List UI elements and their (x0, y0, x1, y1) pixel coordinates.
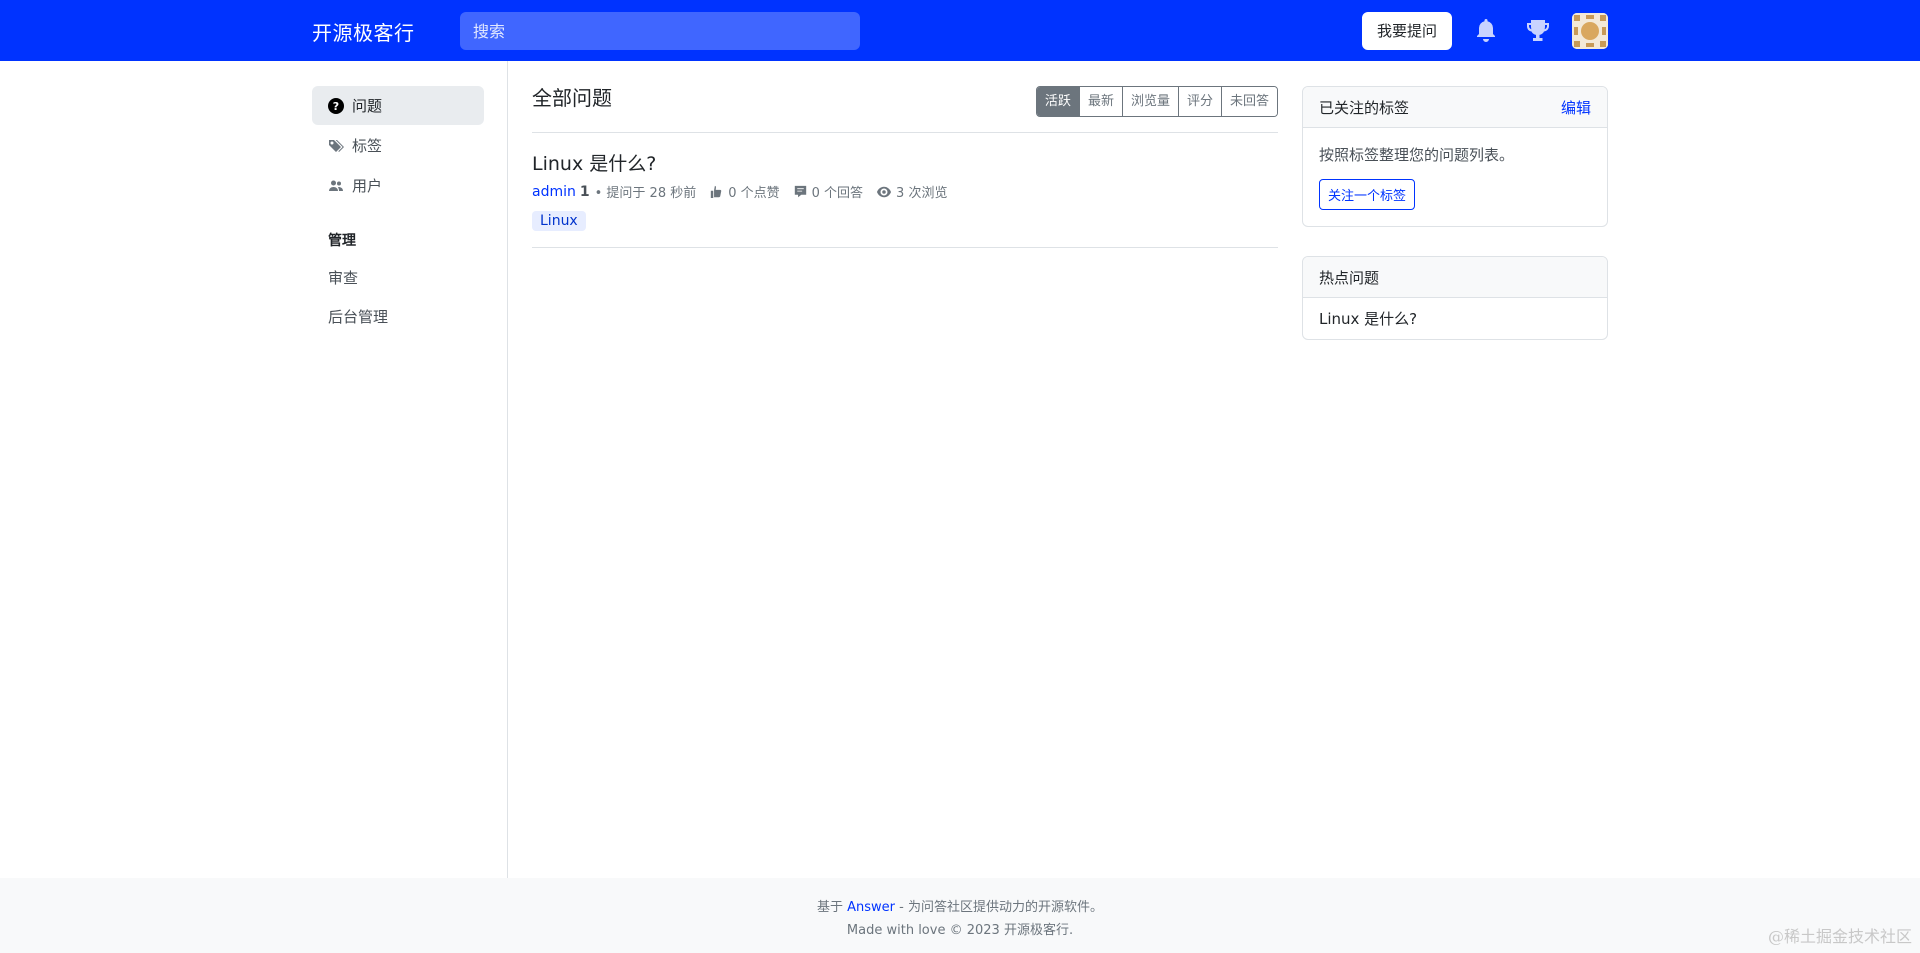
follow-tag-button[interactable]: 关注一个标签 (1319, 179, 1416, 210)
sort-tab-views[interactable]: 浏览量 (1121, 87, 1178, 116)
footer-line1: 基于 Answer - 为问答社区提供动力的开源软件。 (0, 896, 1920, 915)
brand-logo[interactable]: 开源极客行 (312, 17, 415, 46)
question-circle-icon: ? (328, 97, 344, 114)
footer: 基于 Answer - 为问答社区提供动力的开源软件。 Made with lo… (0, 878, 1920, 953)
sidebar-item-review[interactable]: 审查 (312, 259, 484, 298)
sidebar-item-label: 问题 (352, 97, 383, 115)
main-content: 全部问题 活跃 最新 浏览量 评分 未回答 Linux 是什么? admin 1… (532, 86, 1278, 248)
sidebar-divider (507, 61, 508, 878)
card-title: 已关注的标签 (1319, 98, 1410, 117)
user-avatar[interactable] (1572, 13, 1608, 49)
footer-suffix: - 为问答社区提供动力的开源软件。 (899, 900, 1103, 915)
votes-count: 0 个点赞 (710, 182, 780, 201)
question-time: • 提问于 28 秒前 (594, 186, 697, 201)
sort-tab-score[interactable]: 评分 (1177, 87, 1221, 116)
sort-tab-active[interactable]: 活跃 (1036, 87, 1079, 116)
views-count: 3 次浏览 (877, 182, 947, 201)
sidebar: ? 问题 标签 用户 管理 审查 后台管理 (312, 86, 484, 337)
question-title[interactable]: Linux 是什么? (532, 149, 1278, 176)
sidebar-item-label: 用户 (352, 177, 383, 195)
top-navbar: 开源极客行 我要提问 (0, 0, 1920, 61)
tags-icon (328, 138, 344, 154)
author-reputation: 1 (579, 183, 590, 200)
edit-link[interactable]: 编辑 (1561, 97, 1591, 118)
svg-text:?: ? (333, 100, 339, 113)
question-list-item: Linux 是什么? admin 1 • 提问于 28 秒前 0 个点赞 0 个… (532, 133, 1278, 248)
tag-badge[interactable]: Linux (532, 211, 586, 231)
card-title: 热点问题 (1319, 268, 1380, 287)
footer-line2: Made with love © 2023 开源极客行. (846, 923, 1074, 938)
votes-label: 0 个点赞 (728, 186, 780, 201)
people-icon (328, 178, 344, 194)
sidebar-item-admin[interactable]: 后台管理 (312, 298, 484, 337)
trophy-icon[interactable] (1522, 15, 1554, 47)
sort-tab-newest[interactable]: 最新 (1078, 87, 1122, 116)
hot-question-item[interactable]: Linux 是什么? (1303, 298, 1607, 339)
answers-count: 0 个回答 (794, 182, 863, 201)
ask-question-button[interactable]: 我要提问 (1362, 12, 1452, 50)
followed-tags-card: 已关注的标签 编辑 按照标签整理您的问题列表。 关注一个标签 (1302, 86, 1608, 227)
sidebar-item-label: 标签 (352, 137, 383, 155)
card-body: 按照标签整理您的问题列表。 关注一个标签 (1303, 128, 1607, 226)
card-header: 已关注的标签 编辑 (1303, 87, 1607, 128)
card-header: 热点问题 (1303, 257, 1607, 298)
chat-icon (794, 185, 806, 198)
answer-link[interactable]: Answer (847, 900, 895, 915)
answers-label: 0 个回答 (811, 186, 864, 201)
thumbs-up-icon (711, 185, 722, 198)
watermark: @稀土掘金技术社区 (1767, 927, 1912, 946)
question-author[interactable]: admin (532, 184, 576, 200)
views-label: 3 次浏览 (896, 186, 948, 201)
eye-icon (877, 186, 892, 197)
footer-prefix: 基于 (816, 900, 843, 915)
question-meta: admin 1 • 提问于 28 秒前 0 个点赞 0 个回答 3 次浏览 (532, 182, 1278, 202)
admin-heading: 管理 (328, 233, 356, 249)
search-input[interactable] (460, 12, 860, 50)
bell-icon[interactable] (1470, 15, 1502, 47)
sort-tab-unanswered[interactable]: 未回答 (1220, 87, 1277, 116)
card-description: 按照标签整理您的问题列表。 (1319, 146, 1515, 164)
sidebar-item-users[interactable]: 用户 (312, 166, 484, 205)
hot-questions-card: 热点问题 Linux 是什么? (1302, 256, 1608, 340)
sidebar-item-questions[interactable]: ? 问题 (312, 86, 484, 125)
sort-button-group: 活跃 最新 浏览量 评分 未回答 (1035, 86, 1278, 117)
sidebar-item-tags[interactable]: 标签 (312, 126, 484, 165)
